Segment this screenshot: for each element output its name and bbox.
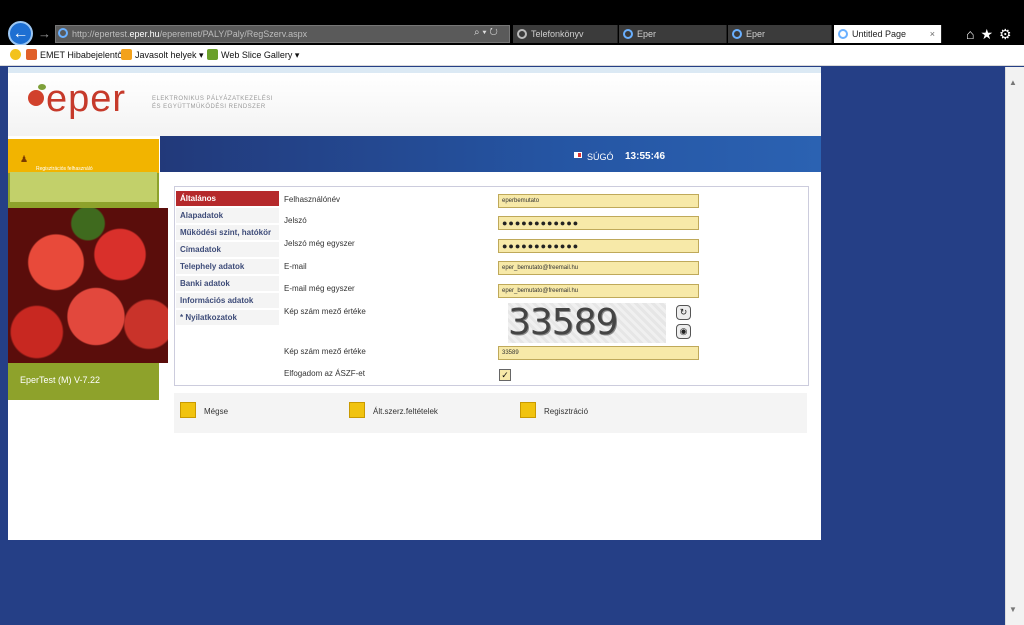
menu-item-informacios-adatok[interactable]: Információs adatok — [176, 293, 279, 309]
help-link[interactable]: SÚGÓ — [587, 152, 614, 162]
username-input[interactable]: eperbemutato — [498, 194, 699, 208]
menu-item-alapadatok[interactable]: Alapadatok — [176, 208, 279, 224]
terms-checkbox[interactable]: ✓ — [499, 369, 511, 381]
email-confirm-input[interactable]: eper_bemutato@freemail.hu — [498, 284, 699, 298]
suggested-sites-icon — [121, 49, 132, 60]
panel-highlight — [10, 172, 157, 202]
tab-page-icon — [517, 29, 527, 39]
favorites-bar: EMET Hibabejelentő Javasolt helyek ▾ Web… — [0, 45, 1024, 66]
user-icon: ♟ — [20, 154, 29, 164]
address-bar[interactable]: http://epertest.eper.hu/eperemet/PALY/Pa… — [55, 25, 510, 43]
password-input[interactable]: ●●●●●●●●●●●● — [498, 216, 699, 230]
menu-item-cimadatok[interactable]: Címadatok — [176, 242, 279, 258]
close-tab-icon[interactable]: × — [930, 25, 935, 43]
tab-telefonkonyv[interactable]: Telefonkönyv — [513, 25, 618, 43]
scroll-up-icon[interactable]: ▲ — [1009, 78, 1017, 87]
email-input[interactable]: eper_bemutato@freemail.hu — [498, 261, 699, 275]
captcha-audio-button[interactable]: ◉ — [676, 324, 691, 339]
refresh-icon: ↻ — [679, 307, 688, 317]
email-confirm-label: E-mail még egyszer — [284, 284, 355, 293]
terms-label: Elfogadom az ÁSZF-et — [284, 369, 365, 378]
page-scrollbar[interactable] — [1005, 67, 1024, 625]
menu-item-altalanos[interactable]: Általános — [176, 191, 279, 207]
captcha-image: 33589 — [508, 303, 666, 343]
address-actions[interactable]: ⌕ ▾ ↻ — [474, 27, 498, 38]
cancel-arrow-icon — [180, 402, 196, 418]
refresh-icon[interactable]: ↻ — [489, 27, 497, 38]
leaf-logo-icon — [38, 84, 46, 90]
fav-javasolt-helyek[interactable]: Javasolt helyek ▾ — [121, 49, 204, 61]
menu-item-mukodesi-szint[interactable]: Működési szint, hatókör — [176, 225, 279, 241]
form-footer — [174, 393, 807, 433]
fav-emet-hibabejelento[interactable]: EMET Hibabejelentő — [26, 49, 122, 60]
username-label: Felhasználónév — [284, 195, 341, 204]
strawberry-logo-icon — [28, 90, 44, 106]
arrow-left-icon: ← — [12, 25, 29, 42]
menu-item-telephely-adatok[interactable]: Telephely adatok — [176, 259, 279, 275]
home-icon[interactable]: ⌂ — [966, 26, 980, 42]
tab-untitled-page[interactable]: Untitled Page × — [834, 25, 942, 43]
menu-item-banki-adatok[interactable]: Banki adatok — [176, 276, 279, 292]
back-button[interactable]: ← — [8, 21, 33, 46]
address-host: eper.hu — [129, 29, 160, 39]
address-path: /eperemet/PALY/Paly/RegSzerv.aspx — [159, 29, 308, 39]
site-tagline: ELEKTRONIKUS PÁLYÁZATKEZELÉSI ÉS EGYÜTTMŰ… — [152, 96, 273, 110]
captcha-label: Kép szám mező értéke — [284, 307, 366, 316]
pencil-icon — [520, 402, 536, 418]
site-logo[interactable]: eper — [46, 78, 126, 121]
captcha-input[interactable]: 33589 — [498, 346, 699, 360]
favorites-star-icon[interactable] — [10, 49, 24, 60]
fav-web-slice-gallery[interactable]: Web Slice Gallery ▾ — [207, 49, 299, 61]
tab-eper-2[interactable]: Eper — [728, 25, 832, 43]
ie-logo-icon — [58, 28, 68, 38]
browser-toolbar-buttons: ⌂★⚙ — [966, 26, 1018, 43]
captcha-refresh-button[interactable]: ↻ — [676, 305, 691, 320]
search-icon[interactable]: ⌕ — [474, 27, 480, 38]
clock: 13:55:46 — [625, 151, 666, 162]
ie-logo-icon — [732, 29, 742, 39]
cancel-button[interactable]: Mégse — [180, 402, 228, 420]
web-slice-icon — [207, 49, 218, 60]
favorites-star-icon[interactable]: ★ — [980, 26, 999, 42]
ie-logo-icon — [838, 29, 848, 39]
magnifier-icon — [349, 402, 365, 418]
register-button[interactable]: Regisztráció — [520, 402, 588, 420]
scroll-down-icon[interactable]: ▼ — [1009, 605, 1017, 614]
terms-button[interactable]: Ált.szerz.feltételek — [349, 402, 438, 420]
password-confirm-label: Jelszó még egyszer — [284, 239, 355, 248]
arrow-right-icon: → — [38, 26, 51, 41]
site-header — [8, 73, 821, 136]
email-label: E-mail — [284, 262, 307, 271]
speaker-icon: ◉ — [679, 326, 688, 336]
tab-eper-1[interactable]: Eper — [619, 25, 727, 43]
status-bar — [160, 136, 821, 172]
forward-button[interactable]: → — [38, 26, 51, 41]
menu-item-nyilatkozatok[interactable]: * Nyilatkozatok — [176, 310, 279, 326]
captcha-input-label: Kép szám mező értéke — [284, 347, 366, 356]
address-prefix: http://epertest. — [72, 29, 130, 39]
emet-icon — [26, 49, 37, 60]
password-confirm-input[interactable]: ●●●●●●●●●●●● — [498, 239, 699, 253]
help-flag-icon[interactable] — [574, 152, 582, 158]
password-label: Jelszó — [284, 216, 307, 225]
gear-icon[interactable]: ⚙ — [999, 26, 1018, 42]
ie-logo-icon — [623, 29, 633, 39]
strawberries-image — [8, 208, 168, 363]
version-label: EperTest (M) V-7.22 — [20, 375, 101, 385]
